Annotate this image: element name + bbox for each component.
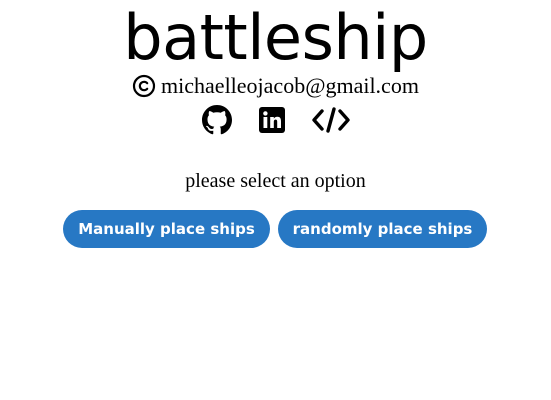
placement-options: Manually place ships randomly place ship… bbox=[63, 210, 487, 248]
code-icon[interactable] bbox=[311, 106, 350, 134]
copyright-row: michaelleojacob@gmail.com bbox=[0, 71, 551, 101]
option-prompt: please select an option bbox=[185, 170, 366, 192]
github-icon[interactable] bbox=[201, 105, 232, 135]
random-place-ships-button[interactable]: randomly place ships bbox=[278, 210, 487, 248]
manual-place-ships-button[interactable]: Manually place ships bbox=[63, 210, 270, 248]
contact-email: michaelleojacob@gmail.com bbox=[161, 73, 419, 98]
linkedin-icon[interactable] bbox=[258, 106, 286, 134]
copyright-icon bbox=[132, 74, 156, 98]
social-links bbox=[0, 104, 551, 136]
page-title: battleship bbox=[123, 1, 428, 74]
page: battleship michaelleojacob@gmail.com ple… bbox=[0, 0, 551, 400]
